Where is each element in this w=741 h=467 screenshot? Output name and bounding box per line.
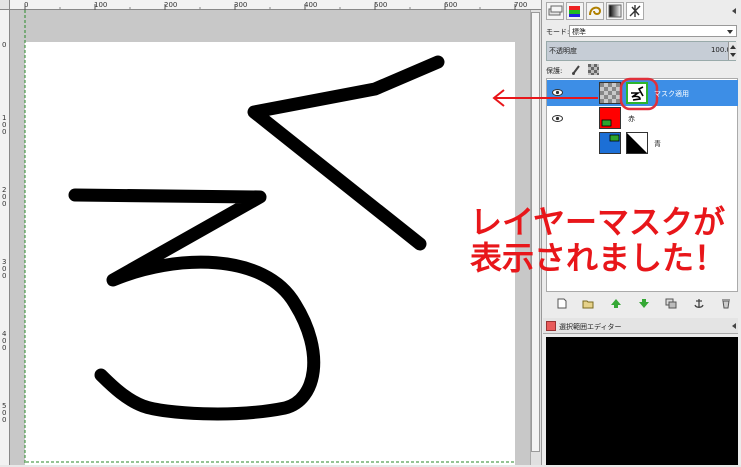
blue-layer-preview (609, 134, 620, 142)
lock-label: 保護: (546, 67, 563, 75)
layer-thumbnail (599, 82, 621, 104)
brushes-icon (629, 5, 641, 17)
ruler-label: 200 (2, 186, 7, 208)
checker-icon (588, 64, 599, 75)
layer-thumbnail (599, 107, 621, 129)
selection-editor-icon (546, 321, 556, 331)
anchor-icon (694, 299, 704, 308)
tab-gradients[interactable] (606, 2, 624, 20)
arrow-up-icon (611, 299, 621, 308)
layer-boundary (24, 10, 26, 465)
tab-brushes[interactable] (626, 2, 644, 20)
ruler-label: 100 (2, 114, 7, 136)
horizontal-ruler[interactable]: 0 100 200 300 400 500 600 700 (10, 0, 541, 10)
lock-pixels-toggle[interactable] (571, 64, 582, 75)
mode-select[interactable]: 標準 (569, 25, 737, 37)
layer-boundary (26, 461, 516, 463)
tab-paths[interactable] (586, 2, 604, 20)
ruler-label: 0 (2, 41, 7, 49)
trash-icon (722, 299, 730, 309)
lock-alpha-toggle[interactable] (588, 64, 599, 75)
layers-icon (548, 5, 563, 16)
brush-icon (572, 65, 580, 75)
ruler-label: 400 (2, 330, 7, 352)
gradient-mask-preview (627, 133, 647, 153)
spin-arrows-icon (730, 45, 736, 57)
opacity-slider[interactable]: 不透明度 100.0 (546, 41, 736, 61)
mode-label: モード: (546, 28, 570, 36)
annotation-text: レイヤーマスクが 表示されました！ (470, 204, 730, 276)
checker-thumb (600, 83, 620, 103)
new-layer-button[interactable] (556, 298, 568, 309)
new-page-icon (557, 298, 567, 309)
tab-menu-icon[interactable] (729, 6, 739, 16)
visibility-toggle[interactable] (552, 114, 563, 123)
layer-name: マスク適用 (654, 90, 689, 98)
tab-menu-icon[interactable] (729, 321, 739, 331)
arrow-down-icon (639, 299, 649, 308)
tab-menu-icon-shape (732, 323, 736, 329)
ruler-ticks (24, 4, 516, 10)
ruler-label: 300 (2, 258, 7, 280)
tab-channels[interactable] (566, 2, 584, 20)
duplicate-icon (665, 298, 677, 309)
gradients-icon (608, 4, 622, 18)
channels-icon (569, 6, 580, 17)
mask-thumbnail[interactable] (626, 132, 648, 154)
highlight-circle (619, 77, 659, 111)
vertical-ruler[interactable]: 0 100 200 300 400 500 (0, 10, 10, 465)
raise-layer-button[interactable] (610, 298, 622, 309)
eye-icon (552, 115, 563, 122)
layer-thumbnail (599, 132, 621, 154)
ruler-corner[interactable] (0, 0, 10, 10)
chevron-down-icon (727, 30, 733, 34)
annotation-arrow (492, 89, 598, 107)
red-layer-preview (601, 119, 612, 127)
layer-name: 青 (654, 140, 661, 148)
tab-menu-icon-shape (732, 8, 736, 14)
new-group-button[interactable] (582, 298, 594, 309)
lower-layer-button[interactable] (638, 298, 650, 309)
selection-preview[interactable] (546, 337, 738, 465)
delete-layer-button[interactable] (720, 298, 732, 309)
selection-editor-tab[interactable]: 選択範囲エディター (543, 318, 738, 334)
opacity-label: 不透明度 (549, 47, 577, 55)
opacity-spinner[interactable] (728, 42, 737, 60)
anchor-layer-button[interactable] (693, 298, 705, 309)
paths-icon (589, 6, 602, 16)
selection-editor-title: 選択範囲エディター (559, 323, 622, 331)
ruler-label: 500 (2, 402, 7, 424)
brush-strokes (68, 55, 445, 421)
folder-icon (582, 300, 594, 309)
annotation-line-1: レイヤーマスクが (470, 203, 726, 241)
mode-value: 標準 (572, 28, 586, 36)
drawing-canvas[interactable] (25, 42, 515, 465)
annotation-line-2: 表示されました！ (470, 239, 727, 277)
duplicate-layer-button[interactable] (665, 298, 677, 309)
layer-name: 赤 (628, 115, 635, 123)
tab-layers[interactable] (546, 2, 564, 20)
